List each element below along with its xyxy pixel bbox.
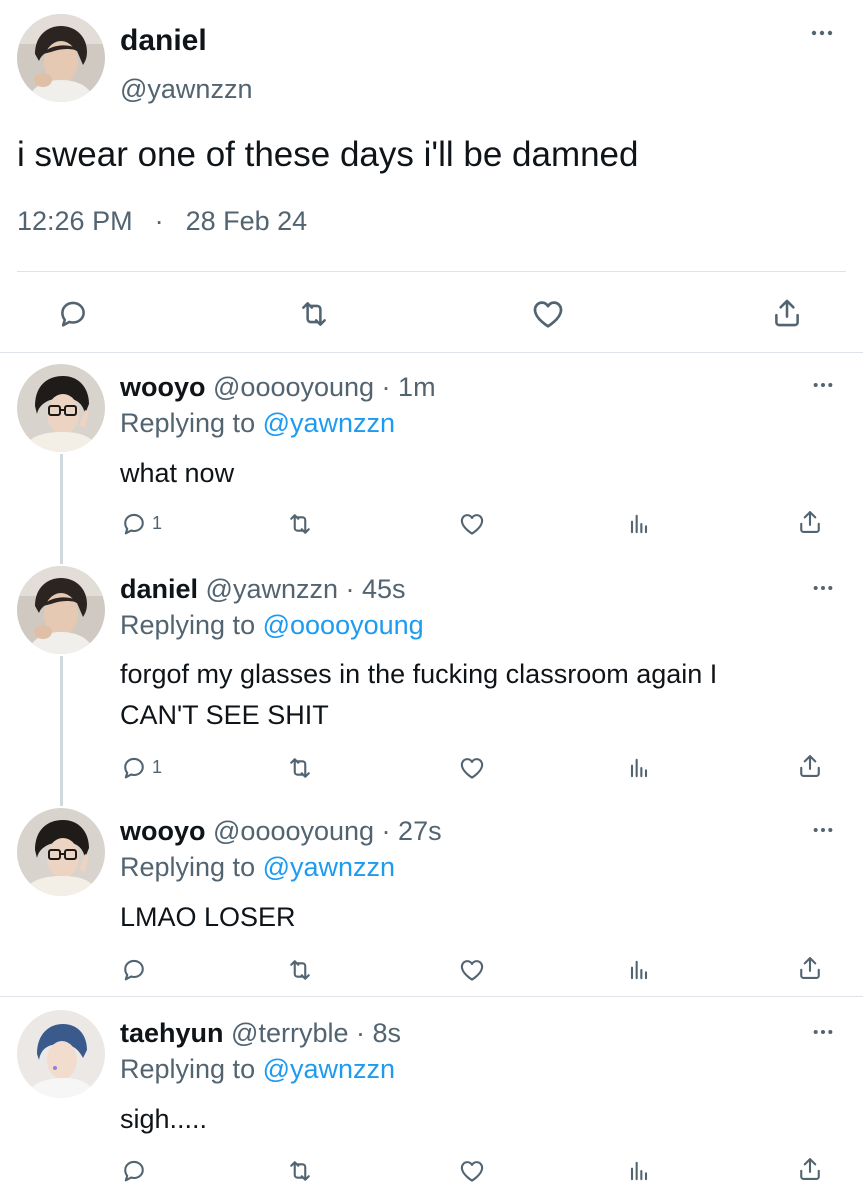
avatar[interactable]: [17, 808, 105, 896]
author-handle-time[interactable]: @terryble · 8s: [231, 1018, 401, 1048]
retweet-icon[interactable]: [286, 1157, 314, 1185]
replying-label: Replying to: [120, 852, 256, 882]
heart-icon[interactable]: [458, 754, 486, 782]
heart-icon[interactable]: [458, 1157, 486, 1185]
replying-label: Replying to: [120, 408, 256, 438]
views-icon[interactable]: [625, 510, 653, 538]
replying-to: Replying to @yawnzzn: [120, 1054, 395, 1085]
reply-header: taehyun @terryble · 8s: [120, 1018, 401, 1049]
replying-handle[interactable]: @yawnzzn: [263, 408, 395, 438]
avatar[interactable]: [17, 1010, 105, 1098]
tweet-text: i swear one of these days i'll be damned: [17, 135, 639, 174]
replying-to: Replying to @yawnzzn: [120, 408, 395, 439]
reply-text-line: CAN'T SEE SHIT: [120, 700, 329, 730]
heart-icon[interactable]: [530, 296, 566, 332]
author-name[interactable]: wooyo: [120, 372, 206, 402]
thread-line: [60, 454, 63, 564]
reply-icon[interactable]: [120, 956, 148, 984]
reply-icon[interactable]: [120, 510, 148, 538]
author-name[interactable]: taehyun: [120, 1018, 224, 1048]
views-icon[interactable]: [625, 754, 653, 782]
reply-icon[interactable]: [120, 1157, 148, 1185]
meta-separator: ·: [154, 206, 164, 236]
views-icon[interactable]: [625, 956, 653, 984]
tweet-meta: 12:26 PM · 28 Feb 24: [17, 206, 307, 237]
share-icon[interactable]: [796, 508, 824, 536]
retweet-icon[interactable]: [286, 510, 314, 538]
divider: [17, 271, 846, 272]
more-icon[interactable]: [812, 381, 834, 389]
avatar[interactable]: [17, 364, 105, 452]
author-name[interactable]: daniel: [120, 24, 207, 58]
replying-handle[interactable]: @ooooyoung: [263, 610, 424, 640]
reply-text: sigh.....: [120, 1104, 208, 1134]
reply-icon[interactable]: [56, 297, 90, 331]
author-handle-time[interactable]: @ooooyoung · 27s: [213, 816, 442, 846]
replying-to: Replying to @yawnzzn: [120, 852, 395, 883]
reply-text: LMAO LOSER: [120, 902, 296, 932]
replying-label: Replying to: [120, 1054, 256, 1084]
reply-count: 1: [152, 513, 163, 533]
retweet-icon[interactable]: [286, 754, 314, 782]
reply-count: 1: [152, 757, 163, 777]
heart-icon[interactable]: [458, 510, 486, 538]
replying-handle[interactable]: @yawnzzn: [263, 852, 395, 882]
more-icon[interactable]: [812, 826, 834, 834]
avatar[interactable]: [17, 566, 105, 654]
author-handle[interactable]: @yawnzzn: [120, 74, 252, 105]
reply-header: wooyo @ooooyoung · 1m: [120, 372, 436, 403]
reply-icon[interactable]: [120, 754, 148, 782]
retweet-icon[interactable]: [297, 297, 331, 331]
divider: [0, 996, 863, 997]
thread-line: [60, 656, 63, 806]
replying-handle[interactable]: @yawnzzn: [263, 1054, 395, 1084]
reply-header: wooyo @ooooyoung · 27s: [120, 816, 442, 847]
avatar[interactable]: [17, 14, 105, 102]
reply-header: daniel @yawnzzn · 45s: [120, 574, 406, 605]
more-icon[interactable]: [810, 28, 834, 38]
reply-text: what now: [120, 458, 235, 488]
more-icon[interactable]: [812, 1028, 834, 1036]
author-handle-time[interactable]: @ooooyoung · 1m: [213, 372, 436, 402]
share-icon[interactable]: [796, 1155, 824, 1183]
more-icon[interactable]: [812, 584, 834, 592]
share-icon[interactable]: [770, 296, 804, 330]
tweet-time[interactable]: 12:26 PM: [17, 206, 133, 237]
views-icon[interactable]: [625, 1157, 653, 1185]
share-icon[interactable]: [796, 752, 824, 780]
tweet-date[interactable]: 28 Feb 24: [186, 206, 308, 237]
main-tweet: daniel @yawnzzn i swear one of these day…: [0, 0, 863, 352]
retweet-icon[interactable]: [286, 956, 314, 984]
replying-to: Replying to @ooooyoung: [120, 610, 424, 641]
reply-text-line: forgof my glasses in the fucking classro…: [120, 659, 718, 689]
divider: [0, 352, 863, 353]
share-icon[interactable]: [796, 954, 824, 982]
author-handle-time[interactable]: @yawnzzn · 45s: [206, 574, 406, 604]
author-name[interactable]: daniel: [120, 574, 198, 604]
replying-label: Replying to: [120, 610, 256, 640]
author-name[interactable]: wooyo: [120, 816, 206, 846]
heart-icon[interactable]: [458, 956, 486, 984]
